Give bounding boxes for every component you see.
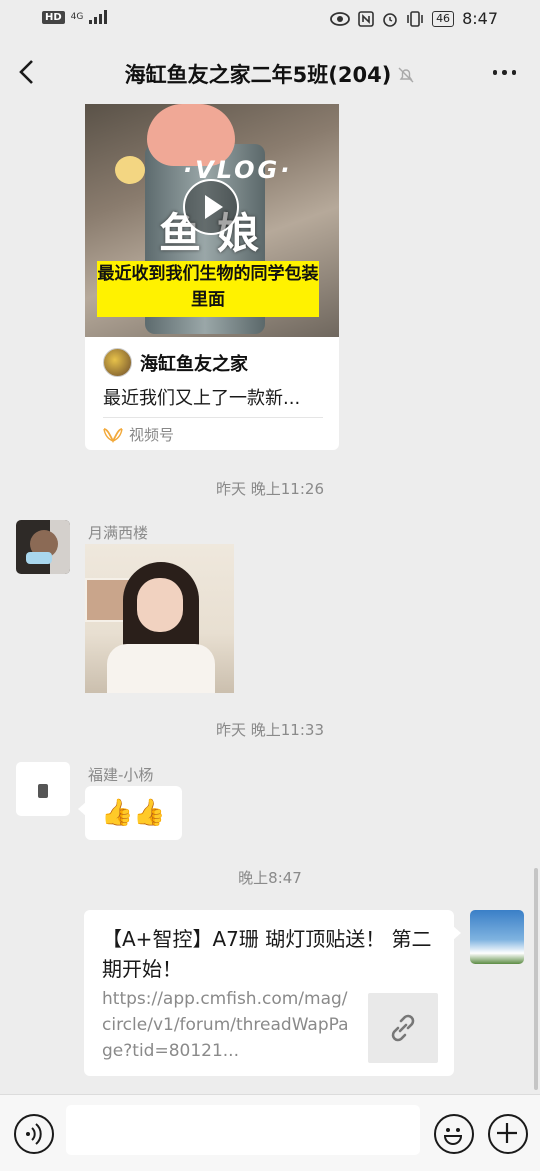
- video-source-label: 视频号: [129, 426, 175, 444]
- signal-icon: [89, 10, 109, 24]
- video-author-row: 海缸鱼友之家: [103, 348, 248, 377]
- sender-name: 福建-小杨: [88, 766, 154, 784]
- scrollbar[interactable]: [534, 868, 538, 1090]
- photo-face: [137, 578, 183, 632]
- more-button[interactable]: [492, 70, 516, 75]
- bell-off-icon: [397, 66, 415, 84]
- emoji-icon: [443, 1128, 463, 1145]
- my-avatar[interactable]: [470, 910, 524, 964]
- voice-icon: [26, 1123, 42, 1145]
- voice-button[interactable]: [14, 1114, 54, 1154]
- channels-icon: [103, 427, 123, 443]
- eye-icon: [330, 11, 350, 26]
- vibrate-icon: [406, 10, 424, 27]
- timestamp: 昨天 晚上11:26: [216, 480, 324, 498]
- clock: 8:47: [462, 9, 498, 28]
- plus-icon: [497, 1123, 517, 1143]
- alarm-icon: [382, 11, 398, 27]
- more-icon-dot: [502, 70, 507, 75]
- video-thumbnail[interactable]: ·VLOG· 鱼娘 最近收到我们生物的同学包装里面: [85, 104, 339, 337]
- avatar-figure: [38, 784, 48, 798]
- more-icon-dot: [511, 70, 516, 75]
- divider: [103, 417, 323, 418]
- sender-name: 月满西楼: [88, 524, 149, 542]
- plus-button[interactable]: [488, 1114, 528, 1154]
- battery-indicator: 46: [432, 10, 455, 27]
- avatar[interactable]: [16, 520, 70, 574]
- timestamp: 昨天 晚上11:33: [216, 721, 324, 739]
- link-title: 【A+智控】A7珊 瑚灯顶贴送！ 第二期开始！: [102, 927, 432, 981]
- nfc-icon: [358, 10, 374, 27]
- link-message-card[interactable]: 【A+智控】A7珊 瑚灯顶贴送！ 第二期开始！ https://app.cmfi…: [84, 910, 461, 1076]
- author-avatar: [103, 348, 132, 377]
- video-caption: 最近收到我们生物的同学包装里面: [97, 261, 319, 317]
- status-bar: HD 4G 46 8:47: [0, 0, 540, 40]
- video-description: 最近我们又上了一款新...: [103, 388, 301, 409]
- link-icon: [391, 1014, 415, 1042]
- thumb-vlog-text: ·VLOG·: [183, 156, 293, 184]
- video-source: 视频号: [103, 424, 174, 445]
- emoji-button[interactable]: [434, 1114, 474, 1154]
- hd-badge: HD: [42, 10, 65, 24]
- chat-title-wrap: 海缸鱼友之家二年5班(204): [0, 59, 540, 89]
- more-icon-dot: [492, 70, 497, 75]
- chat-title: 海缸鱼友之家二年5班(204): [124, 63, 392, 87]
- avatar[interactable]: [16, 762, 70, 816]
- message-input[interactable]: [66, 1105, 420, 1155]
- play-icon[interactable]: [183, 179, 239, 235]
- photo-shirt: [107, 644, 215, 693]
- status-right: 46 8:47: [330, 9, 498, 28]
- link-thumbnail: [368, 993, 438, 1063]
- avatar-mask: [26, 552, 52, 564]
- video-channel-card[interactable]: ·VLOG· 鱼娘 最近收到我们生物的同学包装里面 海缸鱼友之家 最近我们又上了…: [85, 104, 339, 450]
- link-url: https://app.cmfish.com/mag/circle/v1/for…: [102, 989, 349, 1061]
- image-message[interactable]: [85, 544, 234, 693]
- thumb-flower-small: [115, 156, 145, 184]
- message-text: 👍👍: [101, 798, 166, 828]
- chat-area[interactable]: ·VLOG· 鱼娘 最近收到我们生物的同学包装里面 海缸鱼友之家 最近我们又上了…: [0, 104, 540, 1094]
- input-bar: [0, 1094, 540, 1171]
- text-message-bubble[interactable]: 👍👍: [78, 786, 182, 840]
- nav-bar: 海缸鱼友之家二年5班(204): [0, 40, 540, 104]
- status-left: HD 4G: [42, 10, 109, 24]
- video-author: 海缸鱼友之家: [140, 353, 248, 375]
- network-label: 4G: [70, 12, 84, 22]
- timestamp: 晚上8:47: [238, 869, 302, 887]
